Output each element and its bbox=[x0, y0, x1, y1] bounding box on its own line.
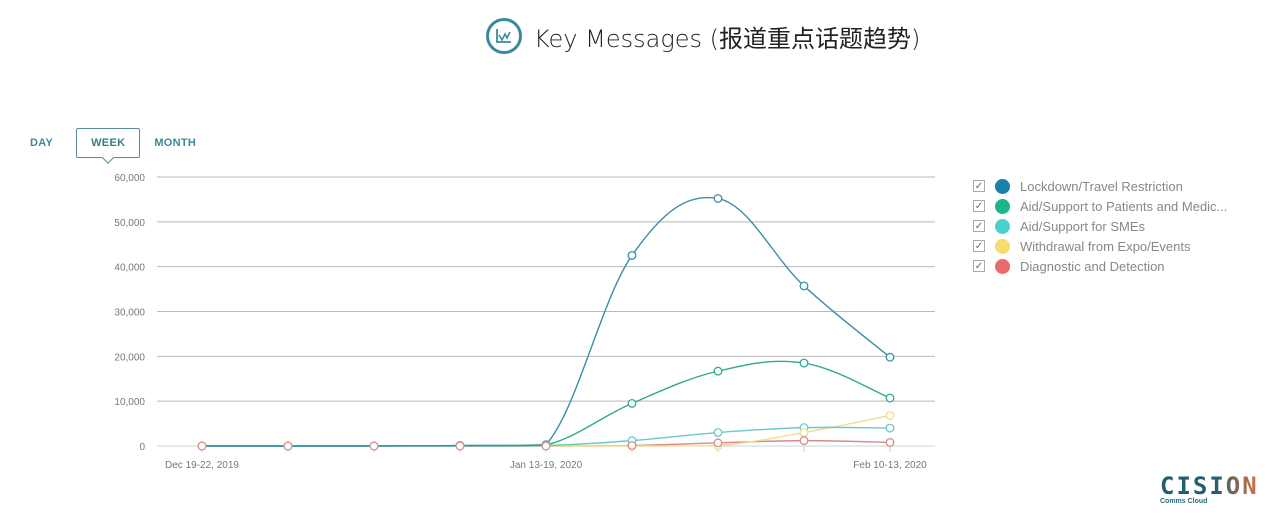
legend-label: Aid/Support to Patients and Medic... bbox=[1020, 198, 1228, 214]
data-point[interactable] bbox=[369, 441, 379, 451]
series-line bbox=[201, 360, 891, 447]
cision-logo: CISION Comms Cloud bbox=[1160, 474, 1259, 505]
legend-item-aid-smes[interactable]: ✓ Aid/Support for SMEs bbox=[973, 216, 1227, 236]
y-tick-label: 20,000 bbox=[114, 352, 145, 363]
legend-item-lockdown[interactable]: ✓ Lockdown/Travel Restriction bbox=[973, 176, 1227, 196]
y-tick-label: 60,000 bbox=[114, 173, 145, 184]
line-chart: 0 10,000 20,000 30,000 40,000 50,000 60,000 De… bbox=[114, 173, 935, 471]
legend-item-aid-patients[interactable]: ✓ Aid/Support to Patients and Medic... bbox=[973, 196, 1227, 216]
y-tick-label: 50,000 bbox=[114, 218, 145, 229]
checkbox-icon[interactable]: ✓ bbox=[973, 180, 985, 192]
legend: ✓ Lockdown/Travel Restriction ✓ Aid/Supp… bbox=[973, 176, 1227, 276]
checkbox-icon[interactable]: ✓ bbox=[973, 260, 985, 272]
series-line bbox=[201, 196, 891, 447]
series-color-dot bbox=[995, 258, 1010, 274]
grid-lines bbox=[157, 176, 935, 447]
data-point[interactable] bbox=[799, 358, 809, 368]
data-point[interactable] bbox=[197, 441, 207, 451]
legend-label: Aid/Support for SMEs bbox=[1020, 218, 1145, 234]
y-tick-label: 0 bbox=[139, 442, 145, 453]
x-tick-label: Jan 13-19, 2020 bbox=[510, 460, 583, 471]
data-point[interactable] bbox=[713, 194, 723, 203]
series-0 bbox=[201, 196, 891, 447]
data-point[interactable] bbox=[885, 393, 895, 403]
data-point[interactable] bbox=[627, 441, 637, 451]
series-color-dot bbox=[995, 198, 1010, 214]
series-color-dot bbox=[995, 178, 1010, 194]
data-point[interactable] bbox=[713, 438, 723, 448]
data-point[interactable] bbox=[541, 441, 551, 451]
y-tick-label: 10,000 bbox=[114, 397, 145, 408]
series-color-dot bbox=[995, 218, 1010, 234]
data-point[interactable] bbox=[713, 366, 723, 376]
data-point[interactable] bbox=[713, 428, 723, 437]
checkbox-icon[interactable]: ✓ bbox=[973, 240, 985, 252]
data-point[interactable] bbox=[885, 411, 895, 420]
data-point[interactable] bbox=[283, 441, 293, 451]
legend-item-withdrawal[interactable]: ✓ Withdrawal from Expo/Events bbox=[973, 236, 1227, 256]
data-point[interactable] bbox=[885, 437, 895, 447]
x-tick-label: Feb 10-13, 2020 bbox=[853, 460, 927, 471]
data-point[interactable] bbox=[799, 428, 809, 437]
logo-name: CISION bbox=[1160, 472, 1259, 500]
series-color-dot bbox=[995, 238, 1010, 254]
checkbox-icon[interactable]: ✓ bbox=[973, 220, 985, 232]
legend-label: Diagnostic and Detection bbox=[1020, 258, 1165, 274]
data-point[interactable] bbox=[627, 398, 637, 408]
legend-label: Lockdown/Travel Restriction bbox=[1020, 178, 1183, 194]
legend-label: Withdrawal from Expo/Events bbox=[1020, 238, 1191, 254]
x-tick-label: Dec 19-22, 2019 bbox=[165, 460, 239, 471]
data-point[interactable] bbox=[455, 441, 465, 451]
data-point[interactable] bbox=[799, 281, 809, 291]
y-tick-label: 40,000 bbox=[114, 263, 145, 274]
y-axis-ticks: 0 10,000 20,000 30,000 40,000 50,000 60,000 bbox=[114, 173, 145, 453]
data-point[interactable] bbox=[627, 251, 637, 260]
data-point[interactable] bbox=[799, 436, 809, 446]
y-tick-label: 30,000 bbox=[114, 308, 145, 319]
series-1 bbox=[201, 360, 891, 447]
data-point[interactable] bbox=[885, 423, 895, 433]
data-point[interactable] bbox=[885, 352, 895, 362]
checkbox-icon[interactable]: ✓ bbox=[973, 200, 985, 212]
series-group bbox=[197, 194, 895, 451]
legend-item-diagnostic[interactable]: ✓ Diagnostic and Detection bbox=[973, 256, 1227, 276]
